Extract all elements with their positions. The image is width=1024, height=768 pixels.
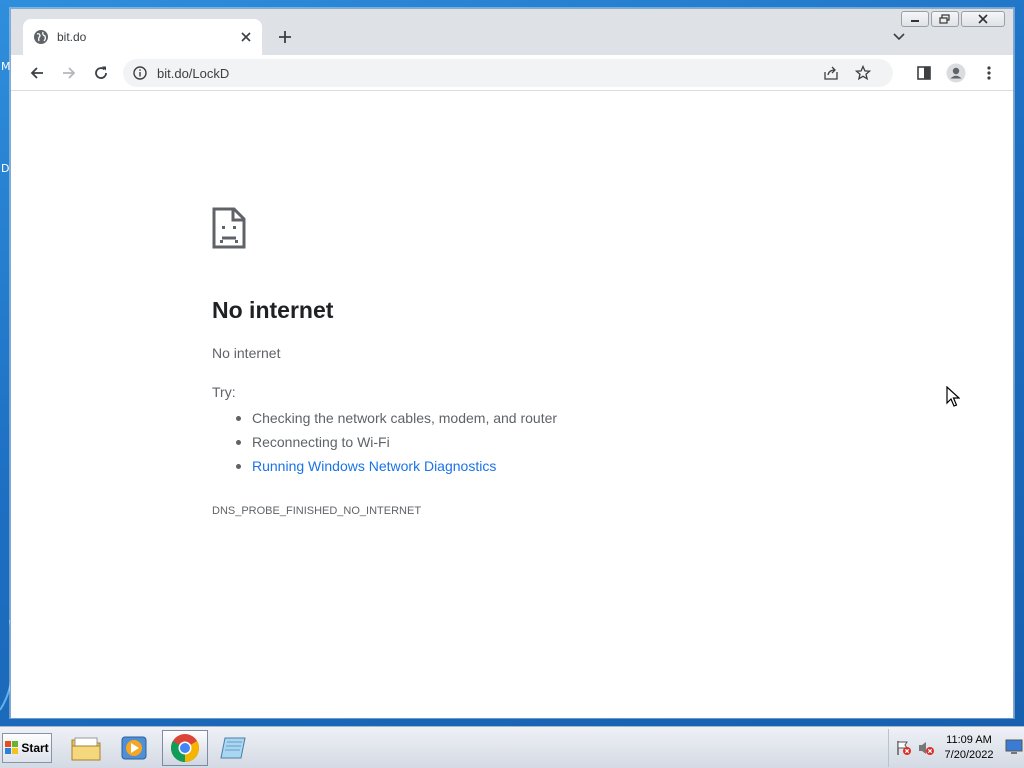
taskbar: Start 11:09 AM 7/20/2022 [0, 726, 1024, 768]
forward-arrow-icon [63, 67, 76, 79]
share-icon [824, 66, 838, 80]
error-code: DNS_PROBE_FINISHED_NO_INTERNET [212, 505, 422, 517]
suggestions-list: Checking the network cables, modem, and … [234, 406, 557, 478]
back-button[interactable] [25, 61, 49, 85]
try-label: Try: [212, 384, 236, 400]
list-item: Checking the network cables, modem, and … [234, 406, 557, 430]
close-icon [978, 14, 988, 24]
volume-muted-icon[interactable] [917, 739, 935, 757]
taskbar-notepad[interactable] [211, 730, 257, 766]
show-desktop-icon[interactable] [1005, 739, 1023, 755]
tab-search-button[interactable] [889, 27, 909, 47]
start-label: Start [21, 741, 49, 755]
reload-button[interactable] [89, 61, 113, 85]
clock-time: 11:09 AM [946, 734, 992, 746]
taskbar-media-player[interactable] [111, 730, 157, 766]
profile-button[interactable] [944, 61, 968, 85]
start-button[interactable]: Start [2, 733, 52, 763]
tab-title: bit.do [57, 30, 87, 44]
chevron-down-icon [893, 33, 905, 41]
taskbar-clock[interactable]: 11:09 AM 7/20/2022 [937, 733, 1001, 763]
url-text: bit.do/LockD [157, 65, 230, 81]
action-center-flag-icon[interactable] [895, 739, 913, 757]
window-controls [901, 11, 1005, 27]
error-subtitle: No internet [212, 345, 281, 361]
file-explorer-icon [71, 737, 101, 761]
globe-icon [34, 30, 48, 44]
tab-strip: bit.do [11, 9, 1013, 55]
media-player-icon [121, 736, 147, 760]
reload-icon [95, 66, 107, 79]
notepad-icon [220, 737, 246, 759]
bookmark-star-button[interactable] [854, 64, 872, 86]
close-tab-icon[interactable] [240, 31, 252, 43]
error-title: No internet [212, 297, 334, 323]
side-panel-icon [917, 66, 931, 80]
share-button[interactable] [823, 65, 839, 86]
address-bar[interactable]: bit.do/LockD [123, 59, 893, 87]
info-icon[interactable] [133, 66, 147, 80]
menu-button[interactable] [977, 61, 1001, 85]
taskbar-file-explorer[interactable] [63, 730, 109, 766]
system-tray: 11:09 AM 7/20/2022 [888, 729, 1024, 767]
star-icon [854, 64, 872, 81]
plus-icon [279, 31, 291, 43]
profile-icon [946, 63, 966, 83]
restore-icon [939, 14, 950, 24]
forward-button[interactable] [57, 61, 81, 85]
close-window-button[interactable] [961, 11, 1005, 27]
restore-button[interactable] [931, 11, 959, 27]
back-arrow-icon [30, 67, 43, 79]
chrome-icon [171, 734, 199, 762]
minimize-button[interactable] [901, 11, 929, 27]
side-panel-button[interactable] [912, 61, 936, 85]
clock-date: 7/20/2022 [944, 749, 994, 761]
minimize-icon [911, 20, 919, 22]
taskbar-chrome[interactable] [162, 730, 208, 766]
list-item: Reconnecting to Wi-Fi [234, 430, 557, 454]
mouse-cursor-icon [946, 386, 960, 407]
page-content: No internet No internet Try: Checking th… [11, 91, 1013, 718]
kebab-menu-icon [987, 66, 991, 80]
browser-toolbar: bit.do/LockD [11, 55, 1013, 91]
desktop-icon-label: D [1, 162, 10, 175]
browser-window: bit.do bit.do/LockD No internet No inter… [10, 8, 1014, 718]
network-diagnostics-link[interactable]: Running Windows Network Diagnostics [234, 454, 557, 478]
windows-logo-icon [5, 741, 19, 754]
tab-active[interactable]: bit.do [23, 19, 262, 55]
sad-document-icon [212, 207, 246, 249]
new-tab-button[interactable] [273, 25, 297, 49]
